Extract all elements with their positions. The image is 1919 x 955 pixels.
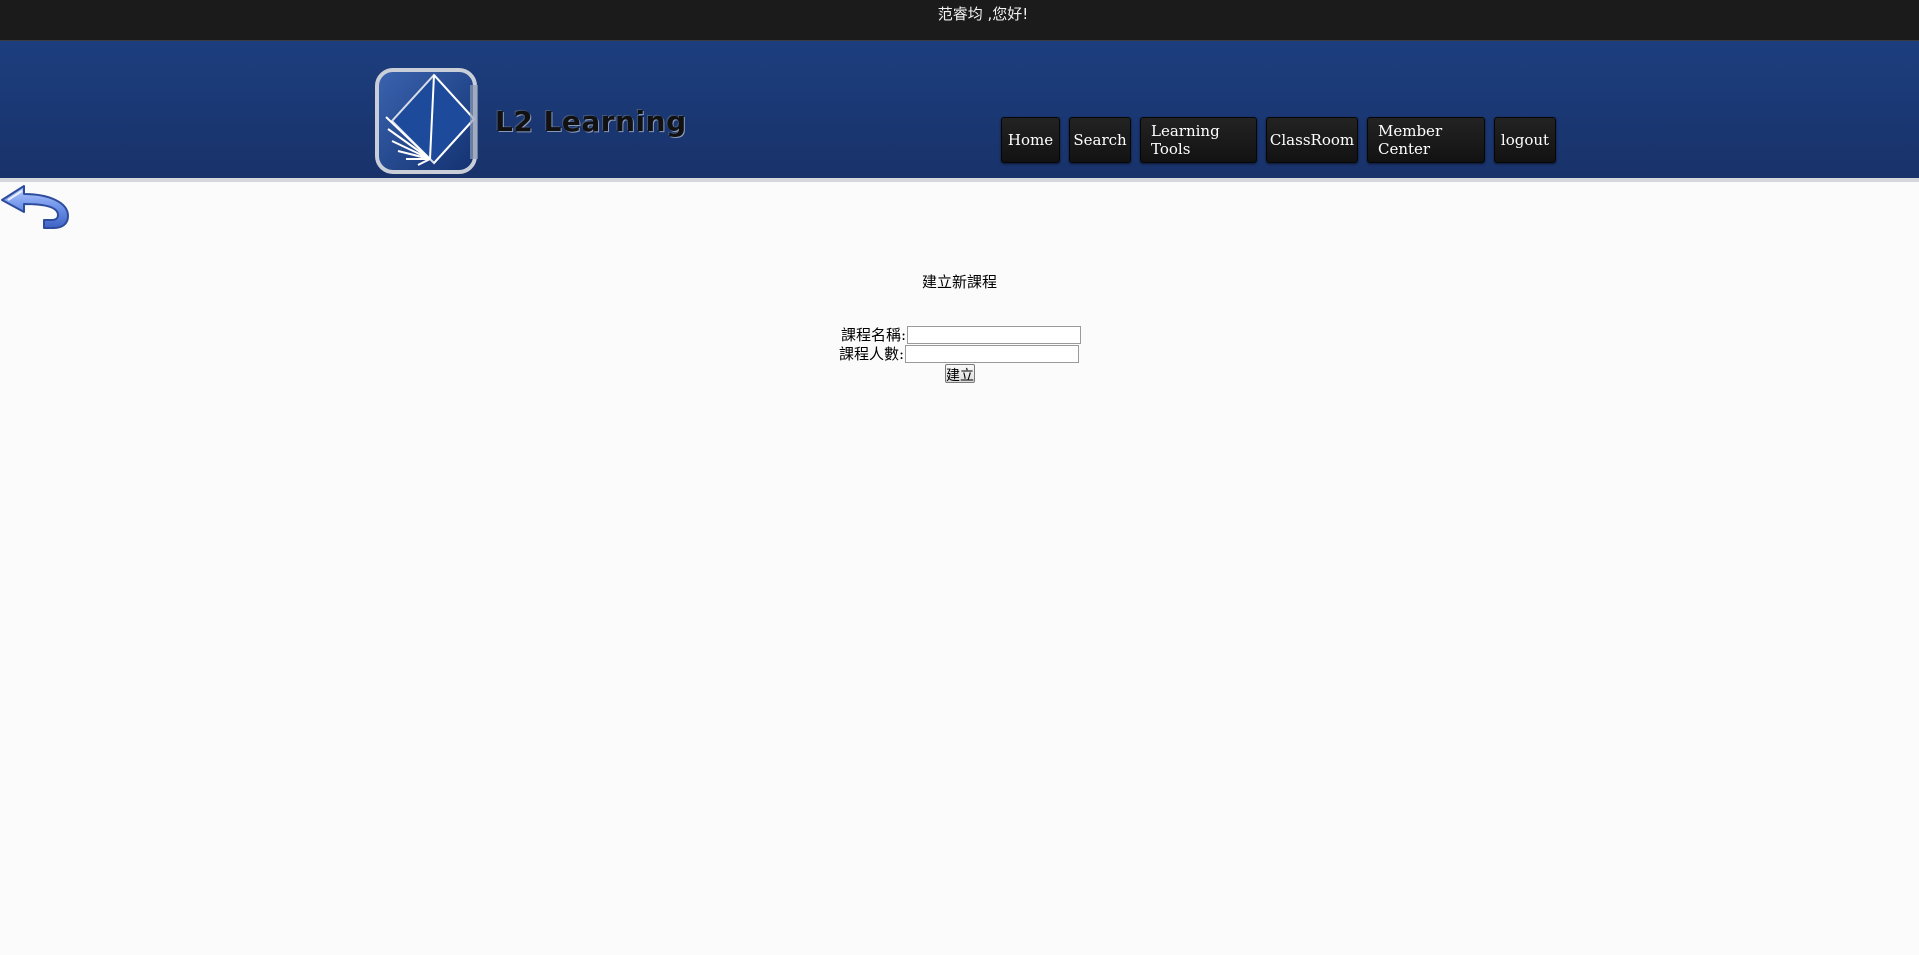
- main-nav: Home Search Learning Tools ClassRoom Mem…: [1001, 117, 1556, 163]
- nav-learning-tools-button[interactable]: Learning Tools: [1140, 117, 1257, 163]
- nav-search-button[interactable]: Search: [1069, 117, 1131, 163]
- course-size-label: 課程人數:: [839, 345, 905, 363]
- top-bar: 范睿均 ,您好!: [0, 0, 1919, 41]
- nav-member-center-button[interactable]: Member Center: [1367, 117, 1485, 163]
- logo-text: L2 Learning: [495, 105, 687, 138]
- course-name-label: 課程名稱:: [841, 326, 907, 344]
- nav-classroom-button[interactable]: ClassRoom: [1266, 117, 1358, 163]
- site-logo[interactable]: L2 Learning: [374, 67, 686, 177]
- course-size-input[interactable]: [905, 344, 1080, 363]
- user-greeting: 范睿均 ,您好!: [937, 5, 1029, 23]
- create-course-button[interactable]: 建立: [945, 364, 975, 384]
- nav-logout-button[interactable]: logout: [1494, 117, 1556, 163]
- back-button[interactable]: [0, 184, 70, 230]
- course-name-input[interactable]: [907, 325, 1082, 344]
- back-arrow-icon: [1, 185, 69, 229]
- course-size-row: 課程人數:: [839, 343, 1080, 364]
- book-logo-icon: [375, 68, 478, 174]
- course-name-row: 課程名稱:: [841, 324, 1082, 345]
- nav-home-button[interactable]: Home: [1001, 117, 1060, 163]
- site-header: L2 Learning Home Search Learning Tools C…: [0, 41, 1919, 182]
- form-title: 建立新課程: [921, 273, 997, 291]
